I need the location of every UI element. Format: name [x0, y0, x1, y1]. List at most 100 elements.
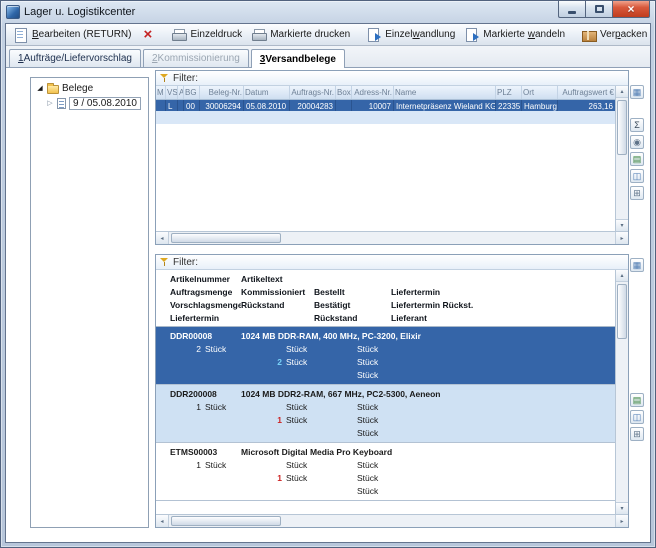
column-header-kommissioniert[interactable]: Kommissioniert	[241, 287, 314, 297]
scroll-left-button[interactable]	[156, 515, 169, 527]
quantity-unit: Stück	[357, 344, 378, 354]
column-header-bg[interactable]: BG	[184, 86, 200, 99]
markierte-wandeln-button[interactable]: Markierte wandeln	[460, 25, 569, 44]
column-header-auftragswert[interactable]: Auftragswert €	[558, 86, 615, 99]
hscroll-track[interactable]	[169, 515, 615, 527]
column-header-liefertermin[interactable]: Liefertermin	[156, 313, 241, 323]
window-title: Lager u. Logistikcenter	[24, 6, 135, 18]
article-text: Microsoft Digital Media Pro Keyboard	[241, 447, 615, 457]
grid-columns-icon[interactable]: ▦	[630, 85, 644, 99]
documents-grid-vscrollbar[interactable]	[615, 86, 628, 231]
column-header-artikeltext[interactable]: Artikeltext	[241, 274, 314, 284]
column-header-name[interactable]: Name	[394, 86, 496, 99]
positions-grid-hscrollbar[interactable]	[156, 514, 628, 527]
column-header-liefertermin-r-ckst[interactable]: Liefertermin Rückst.	[391, 300, 615, 310]
positions-grid-vscrollbar[interactable]	[615, 270, 628, 514]
tab-kommissionierung[interactable]: 2 Kommissionierung	[143, 49, 249, 67]
card-view-icon[interactable]: ◫	[630, 410, 644, 424]
hscroll-thumb[interactable]	[171, 233, 281, 243]
column-header-m[interactable]: M	[156, 86, 166, 99]
positions-grid-filter-row[interactable]: Filter:	[156, 255, 628, 270]
maximize-button[interactable]	[585, 1, 612, 18]
expanded-expander-icon[interactable]	[36, 85, 44, 93]
documents-grid-filter-row[interactable]: Filter:	[156, 71, 628, 86]
app-icon	[6, 5, 20, 19]
app-window: Lager u. Logistikcenter Bearbeiten (RETU…	[0, 0, 656, 548]
article-value-line: Stück	[156, 484, 615, 497]
column-header-auftragsmenge[interactable]: Auftragsmenge	[156, 287, 241, 297]
column-header-datum[interactable]: Datum	[244, 86, 290, 99]
collapsed-expander-icon[interactable]	[46, 100, 54, 108]
scroll-down-button[interactable]	[616, 219, 628, 231]
article-row-ddr00008[interactable]: DDR000081024 MB DDR-RAM, 400 MHz, PC-320…	[156, 327, 615, 385]
column-header-beleg-nr[interactable]: Beleg-Nr.	[200, 86, 244, 99]
column-header-r-ckstand[interactable]: Rückstand	[314, 313, 391, 323]
cell-auftragswert: 263,16	[558, 100, 615, 111]
quantity-unit: Stück	[357, 428, 378, 438]
column-header-lieferant[interactable]: Lieferant	[391, 313, 615, 323]
scroll-right-button[interactable]	[615, 515, 628, 527]
minimize-button[interactable]	[558, 1, 585, 18]
column-header-vorschlagsmenge[interactable]: Vorschlagsmenge	[156, 300, 241, 310]
vscroll-thumb[interactable]	[617, 100, 627, 155]
quantity-cell: 1Stück	[241, 473, 314, 483]
tab-auftraege-liefervorschlag[interactable]: 1 Aufträge/Liefervorschlag	[9, 49, 141, 67]
layout-icon[interactable]: ⊞	[630, 427, 644, 441]
column-header-adress-nr[interactable]: Adress-Nr.	[352, 86, 394, 99]
markierte-drucken-button[interactable]: Markierte drucken	[247, 25, 354, 44]
vscroll-track[interactable]	[616, 282, 628, 502]
scroll-left-button[interactable]	[156, 232, 169, 244]
column-header-auftrags-nr[interactable]: Auftrags-Nr.	[290, 86, 336, 99]
cell-bg: 00	[184, 100, 200, 111]
search-icon[interactable]: ◉	[630, 135, 644, 149]
tree: Belege9 / 05.08.2010	[30, 77, 149, 528]
scroll-up-button[interactable]	[616, 270, 628, 282]
excel-export-icon[interactable]: ▤	[630, 393, 644, 407]
scroll-right-button[interactable]	[615, 232, 628, 244]
convert-icon	[366, 28, 381, 42]
panel-gap	[155, 245, 645, 254]
cell-box	[336, 100, 352, 111]
article-row-ddr200008[interactable]: DDR2000081024 MB DDR2-RAM, 667 MHz, PC2-…	[156, 385, 615, 443]
verpacken-button[interactable]: Verpacken	[577, 25, 651, 44]
quantity-unit: Stück	[286, 357, 307, 367]
bearbeiten-button[interactable]: Bearbeiten (RETURN)	[9, 25, 135, 44]
scroll-down-button[interactable]	[616, 502, 628, 514]
excel-export-icon[interactable]: ▤	[630, 152, 644, 166]
column-header-bestellt[interactable]: Bestellt	[314, 287, 391, 297]
einzelwandlung-button[interactable]: Einzelwandlung	[362, 25, 459, 44]
layout-icon[interactable]: ⊞	[630, 186, 644, 200]
close-button[interactable]	[612, 1, 650, 18]
documents-grid-header-row: MVSABGBeleg-Nr.DatumAuftrags-Nr.BoxAdres…	[156, 86, 615, 100]
vscroll-thumb[interactable]	[617, 284, 627, 339]
einzeldruck-label: Einzeldruck	[190, 29, 242, 40]
tab-versandbelege[interactable]: 3 Versandbelege	[251, 49, 345, 68]
column-header-r-ckstand[interactable]: Rückstand	[241, 300, 314, 310]
grid-columns-icon[interactable]: ▦	[630, 258, 644, 272]
sum-icon[interactable]: Σ	[630, 118, 644, 132]
scroll-up-button[interactable]	[616, 86, 628, 98]
column-header-vs[interactable]: VS	[166, 86, 178, 99]
documents-grid-hscrollbar[interactable]	[156, 231, 628, 244]
card-view-icon[interactable]: ◫	[630, 169, 644, 183]
filter-icon	[160, 73, 169, 83]
column-header-liefertermin[interactable]: Liefertermin	[391, 287, 615, 297]
column-header-artikelnummer[interactable]: Artikelnummer	[156, 274, 241, 284]
column-header-best-tigt[interactable]: Bestätigt	[314, 300, 391, 310]
loeschen-button[interactable]	[136, 25, 159, 44]
quantity-cell: 1Stück	[241, 415, 314, 425]
column-header-ort[interactable]: Ort	[522, 86, 558, 99]
column-header-box[interactable]: Box	[336, 86, 352, 99]
hscroll-track[interactable]	[169, 232, 615, 244]
article-row-etms00003[interactable]: ETMS00003Microsoft Digital Media Pro Key…	[156, 443, 615, 501]
quantity-number: 1	[156, 460, 201, 470]
column-header-plz[interactable]: PLZ	[496, 86, 522, 99]
document-row[interactable]: L003000629405.08.20102000428310007Intern…	[156, 100, 615, 111]
maximize-icon	[595, 5, 604, 13]
einzeldruck-button[interactable]: Einzeldruck	[167, 25, 246, 44]
title-bar[interactable]: Lager u. Logistikcenter	[5, 1, 651, 23]
hscroll-thumb[interactable]	[171, 516, 281, 526]
tree-item-belege[interactable]: Belege	[31, 81, 148, 96]
vscroll-track[interactable]	[616, 98, 628, 219]
tree-item-9-05-08-2010[interactable]: 9 / 05.08.2010	[31, 96, 148, 111]
